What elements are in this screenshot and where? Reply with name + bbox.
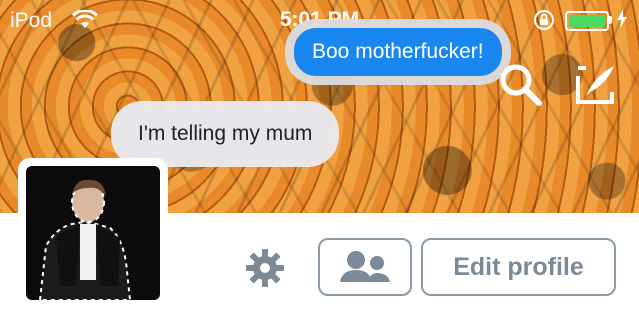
battery-icon	[565, 11, 609, 31]
avatar-photo	[26, 166, 160, 300]
settings-button[interactable]	[243, 246, 287, 290]
received-message-bubble: I'm telling my mum	[120, 110, 331, 158]
gear-icon	[246, 249, 284, 287]
sent-message-bubble: Boo motherfucker!	[294, 28, 502, 76]
battery-fill	[569, 15, 605, 27]
search-icon	[500, 64, 542, 106]
edit-profile-button[interactable]: Edit profile	[421, 238, 616, 296]
people-icon	[340, 251, 390, 282]
battery-nub	[609, 16, 612, 24]
rotation-lock-icon	[532, 9, 556, 36]
search-button[interactable]	[498, 62, 544, 108]
people-button[interactable]	[318, 238, 412, 296]
compose-button[interactable]	[572, 62, 618, 108]
charging-icon	[616, 9, 628, 34]
avatar[interactable]	[18, 158, 168, 308]
compose-icon	[576, 66, 614, 104]
